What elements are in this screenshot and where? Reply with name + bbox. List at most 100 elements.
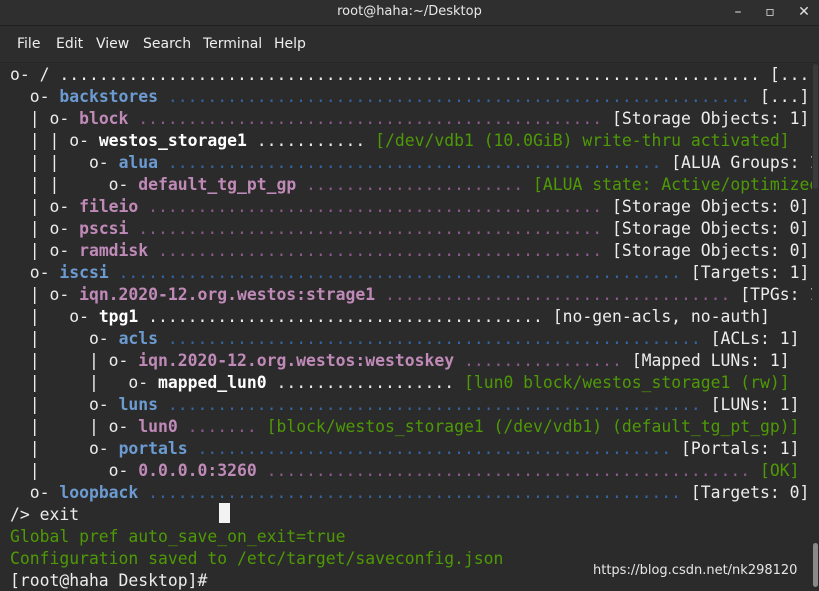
terminal-text-segment: ........................................…	[158, 395, 711, 414]
terminal-text-segment: /	[39, 65, 50, 84]
terminal-text-segment: ...........	[246, 131, 376, 150]
menu-terminal[interactable]: Terminal	[203, 36, 262, 52]
terminal-text-segment: [ALUA Groups: 1]	[671, 153, 812, 172]
terminal-text-segment: ..................	[266, 373, 464, 392]
terminal-text-segment: ......................	[296, 175, 534, 194]
terminal-line: | | o- lun0 ....... [block/westos_storag…	[10, 416, 800, 438]
terminal-text-segment: | | o-	[10, 351, 139, 370]
terminal-text-segment: [ACLs: 1]	[710, 329, 800, 348]
terminal-text-segment: [/dev/vdb1 (10.0GiB) write-thru activate…	[375, 131, 790, 150]
maximize-icon[interactable]: ▫	[759, 2, 781, 24]
terminal-text-segment: loopback	[59, 483, 139, 502]
terminal-text-segment: Configuration saved to /etc/target/savec…	[10, 549, 504, 568]
terminal-line: | o- iqn.2020-12.org.westos:strage1 ....…	[10, 284, 812, 306]
terminal-text-segment: | | o-	[10, 417, 139, 436]
terminal-line: | | o- mapped_lun0 .................. [l…	[10, 372, 790, 394]
terminal-text-segment: ........................................	[138, 307, 553, 326]
terminal-text-segment: [Targets: 0]	[690, 483, 810, 502]
terminal-text-segment: iscsi	[59, 263, 109, 282]
terminal-line: | | o- default_tg_pt_gp ................…	[10, 174, 812, 196]
terminal-text-segment: tpg1	[98, 307, 139, 326]
terminal-text-segment: /> exit	[10, 505, 80, 524]
terminal-text-segment: | | o-	[10, 153, 119, 172]
terminal-text-segment: alua	[118, 153, 159, 172]
terminal-text-segment: Global pref auto_save_on_exit=true	[10, 527, 346, 546]
terminal-text-segment: o-	[10, 65, 40, 84]
terminal-text-segment: [OK]	[760, 461, 800, 480]
menu-help[interactable]: Help	[274, 36, 306, 52]
terminal-text-segment: lun0	[138, 417, 178, 436]
terminal-text-segment: [...]	[769, 65, 812, 84]
terminal-text-segment: [block/westos_storage1 (/dev/vdb1) (defa…	[266, 417, 800, 436]
watermark: https://blog.csdn.net/nk298120	[593, 563, 798, 578]
menu-file[interactable]: File	[17, 36, 40, 52]
terminal-text-segment: ........................................…	[128, 109, 612, 128]
terminal-line: o- iscsi ...............................…	[10, 262, 810, 284]
terminal-text-segment: | o-	[10, 461, 139, 480]
terminal-text-segment: o-	[10, 87, 60, 106]
terminal-text-segment: ........................................…	[128, 219, 612, 238]
terminal-text-segment: [root@haha Desktop]#	[10, 571, 218, 590]
terminal-line: /> exit	[10, 504, 79, 526]
terminal-text-segment: [Storage Objects: 0]	[611, 197, 810, 216]
terminal-line: Global pref auto_save_on_exit=true	[10, 526, 346, 548]
terminal-text-segment: [Portals: 1]	[681, 439, 800, 458]
terminal-line: | o- luns ..............................…	[10, 394, 800, 416]
terminal-line: o- / ...................................…	[10, 64, 812, 86]
scrollbar-upper-region	[813, 64, 818, 189]
terminal-text-segment: [Mapped LUNs: 1]	[631, 351, 790, 370]
terminal-text-segment: | o-	[10, 241, 80, 260]
terminal-line: | | o- iqn.2020-12.org.westos:westoskey …	[10, 350, 790, 372]
terminal-text-segment: ........................................…	[158, 87, 760, 106]
minimize-icon[interactable]: –	[727, 2, 749, 24]
terminal-line: | o- portals ...........................…	[10, 438, 800, 460]
menu-edit[interactable]: Edit	[56, 36, 83, 52]
terminal-text-segment: .......	[177, 417, 267, 436]
terminal-text-segment: | o-	[10, 307, 99, 326]
terminal-text-segment: | o-	[10, 439, 119, 458]
terminal-line: | o- acls ..............................…	[10, 328, 800, 350]
terminal-line: [root@haha Desktop]#	[10, 570, 217, 591]
menu-view[interactable]: View	[96, 36, 129, 52]
terminal-text-segment: [...]	[759, 87, 810, 106]
terminal-text-segment: ........................................…	[256, 461, 760, 480]
terminal-text-segment: ........................................…	[158, 153, 672, 172]
terminal-text-segment: westos_storage1	[98, 131, 247, 150]
window-title: root@haha:~/Desktop	[337, 4, 482, 19]
terminal-text-segment: | | o-	[10, 373, 159, 392]
terminal-text-segment: iqn.2020-12.org.westos:strage1	[79, 285, 376, 304]
terminal-output[interactable]: o- / ...................................…	[0, 64, 812, 591]
terminal-text-segment: iqn.2020-12.org.westos:westoskey	[138, 351, 455, 370]
terminal-text-segment: ................	[454, 351, 632, 370]
terminal-line: | o- pscsi .............................…	[10, 218, 810, 240]
title-bar[interactable]: root@haha:~/Desktop – ▫ ✕	[0, 0, 819, 26]
terminal-text-segment: backstores	[59, 87, 159, 106]
terminal-line: o- backstores ..........................…	[10, 86, 810, 108]
menu-search[interactable]: Search	[143, 36, 191, 52]
terminal-text-segment: | o-	[10, 109, 80, 128]
terminal-line: | o- tpg1 ..............................…	[10, 306, 770, 328]
terminal-text-segment: | o-	[10, 285, 80, 304]
terminal-text-segment: ........................................…	[138, 483, 691, 502]
terminal-line: | | o- alua ............................…	[10, 152, 812, 174]
terminal-text-segment: [Targets: 1]	[690, 263, 810, 282]
terminal-line: | o- fileio ............................…	[10, 196, 810, 218]
terminal-text-segment: | o-	[10, 219, 80, 238]
terminal-text-segment: pscsi	[79, 219, 129, 238]
terminal-text-segment: ........................................…	[49, 65, 770, 84]
terminal-text-segment: ........................................…	[138, 197, 612, 216]
terminal-text-segment: [Storage Objects: 1]	[611, 109, 810, 128]
terminal-text-segment: [TPGs: 1]	[740, 285, 812, 304]
close-icon[interactable]: ✕	[793, 2, 815, 24]
terminal-text-segment: ramdisk	[79, 241, 149, 260]
text-cursor	[219, 503, 230, 523]
terminal-line: | o- ramdisk ...........................…	[10, 240, 810, 262]
menu-bar: File Edit View Search Terminal Help	[0, 27, 819, 63]
terminal-line: | | o- westos_storage1 ........... [/dev…	[10, 130, 790, 152]
terminal-text-segment: luns	[118, 395, 159, 414]
scrollbar-thumb[interactable]	[813, 543, 818, 587]
terminal-text-segment: fileio	[79, 197, 139, 216]
terminal-text-segment: [ALUA state: Active/optimized]	[533, 175, 812, 194]
terminal-text-segment: o-	[10, 483, 60, 502]
terminal-text-segment: ........................................…	[108, 263, 691, 282]
